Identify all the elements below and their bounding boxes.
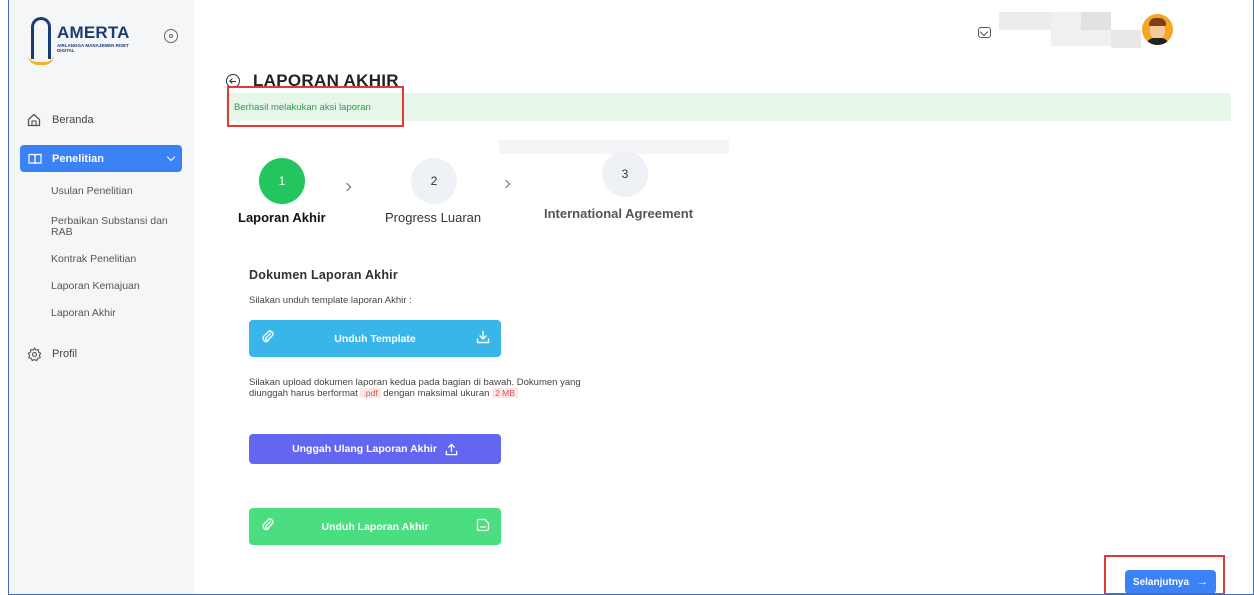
success-alert: Berhasil melakukan aksi laporan	[226, 93, 1231, 121]
step-1-circle[interactable]: 1	[259, 158, 305, 204]
upload-hint-line2: diunggah harus berformat .pdf dengan mak…	[249, 388, 518, 399]
upload-hint-line1: Silakan upload dokumen laporan kedua pad…	[249, 377, 581, 388]
step-3-label: International Agreement	[544, 206, 694, 221]
redacted-user-info	[1111, 30, 1141, 48]
template-hint: Silakan unduh template laporan Akhir :	[249, 295, 412, 306]
brand-subtitle: AIRLANGGA MANAJEMEN RISET DIGITAL	[57, 43, 129, 53]
page-title-row: LAPORAN AKHIR	[226, 71, 399, 91]
book-icon	[28, 152, 42, 166]
sidebar-item-label: Penelitian	[52, 152, 104, 165]
brand-name: AMERTA	[57, 23, 130, 42]
size-tag: 2 MB	[492, 388, 518, 398]
sidebar-subitem-laporan-akhir[interactable]: Laporan Akhir	[51, 308, 176, 319]
step-3-circle[interactable]: 3	[602, 151, 648, 197]
home-icon	[26, 112, 42, 128]
download-report-label: Unduh Laporan Akhir	[321, 520, 429, 533]
chevron-down-icon	[166, 152, 176, 162]
mail-icon[interactable]	[978, 27, 991, 38]
sidebar-subitem-perbaikan[interactable]: Perbaikan Substansi dan RAB	[51, 216, 176, 238]
document-section-title: Dokumen Laporan Akhir	[249, 268, 398, 282]
sidebar-subitem-usulan[interactable]: Usulan Penelitian	[51, 186, 176, 197]
sidebar: AMERTA AIRLANGGA MANAJEMEN RISET DIGITAL…	[9, 0, 194, 594]
step-1-label: Laporan Akhir	[238, 210, 326, 225]
brand-logo[interactable]: AMERTA AIRLANGGA MANAJEMEN RISET DIGITAL	[28, 17, 137, 65]
format-tag: .pdf	[360, 388, 381, 398]
paperclip-icon	[262, 330, 274, 347]
file-icon	[476, 518, 490, 535]
avatar[interactable]	[1142, 14, 1173, 45]
sidebar-subitem-kontrak[interactable]: Kontrak Penelitian	[51, 254, 176, 265]
redacted-user-info	[999, 12, 1051, 30]
step-2-circle[interactable]: 2	[411, 158, 457, 204]
sidebar-item-label: Profil	[52, 348, 78, 360]
app-frame: AMERTA AIRLANGGA MANAJEMEN RISET DIGITAL…	[8, 0, 1254, 595]
sidebar-item-label: Beranda	[52, 114, 94, 126]
sidebar-toggle-icon[interactable]	[164, 29, 178, 43]
reupload-label: Unggah Ulang Laporan Akhir	[292, 443, 437, 455]
sidebar-item-beranda[interactable]: Beranda	[26, 112, 94, 128]
next-button[interactable]: Selanjutnya →	[1125, 570, 1216, 594]
chevron-right-icon	[342, 182, 352, 192]
step-2-label: Progress Luaran	[385, 210, 482, 225]
upload-hint-text-a: diunggah harus berformat	[249, 388, 358, 399]
page-title: LAPORAN AKHIR	[253, 71, 399, 90]
upload-icon	[445, 443, 458, 456]
logo-arch-icon	[28, 17, 54, 65]
next-label: Selanjutnya	[1132, 576, 1190, 588]
download-icon	[476, 330, 490, 347]
stepper-background	[499, 140, 729, 154]
download-template-button[interactable]: Unduh Template	[249, 320, 501, 357]
redacted-user-info	[1081, 12, 1111, 30]
sidebar-subitem-kemajuan[interactable]: Laporan Kemajuan	[51, 281, 176, 292]
chevron-right-icon	[501, 179, 511, 189]
back-arrow-icon[interactable]	[226, 74, 240, 88]
settings-icon	[26, 346, 42, 362]
sidebar-item-penelitian[interactable]: Penelitian	[20, 145, 182, 172]
arrow-right-icon: →	[1197, 576, 1209, 588]
download-report-button[interactable]: Unduh Laporan Akhir	[249, 508, 501, 545]
reupload-report-button[interactable]: Unggah Ulang Laporan Akhir	[249, 434, 501, 464]
download-template-label: Unduh Template	[334, 332, 416, 345]
sidebar-item-profil[interactable]: Profil	[26, 346, 77, 362]
upload-hint-text-b: dengan maksimal ukuran	[383, 388, 490, 399]
paperclip-icon	[262, 518, 274, 535]
